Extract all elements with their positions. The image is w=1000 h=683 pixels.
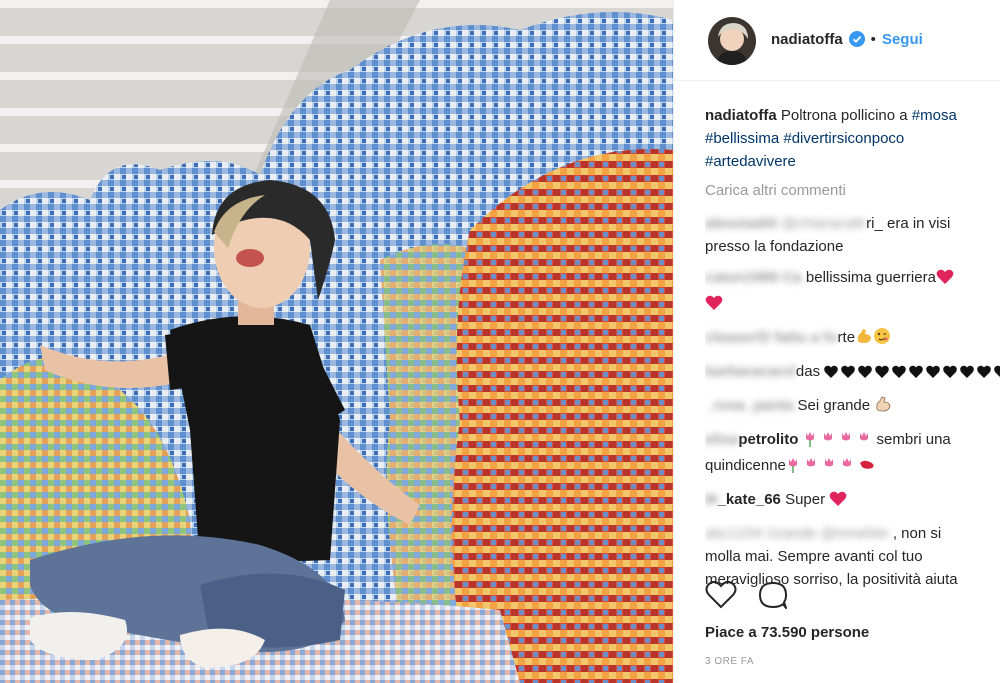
tulips-icon [803,431,877,454]
hashtag-link[interactable]: #mosa [912,107,957,124]
verified-badge-icon [848,31,865,51]
comment-text: presso la fondazione [705,238,844,255]
hashtag-link[interactable]: #artedavivere [705,153,796,170]
comment-text: Super [785,491,826,508]
tulips-icon [786,457,878,480]
comment-text: molla mai. Sempre avanti col tuo [705,548,923,565]
likes-count[interactable]: Piace a 73.590 persone [705,624,869,641]
winking-face-icon [873,327,891,352]
comment-text: bellissima guerriera [805,269,936,286]
comment-item: alessiaditi @chiaracaltrri_ era in visi … [705,212,1000,258]
follow-button[interactable]: Segui [882,31,923,48]
comment-username[interactable]: barbaracarol [705,363,796,380]
comment-username[interactable]: petrolito [738,431,798,448]
red-heart-icon [705,295,723,318]
comment-item: catun1989 Ca bellissima guerriera [705,266,1000,318]
post-image [0,0,673,683]
comment-username[interactable]: _rosa_panta [705,397,793,414]
comment-item: elisapetrolito sembri una quindicenne [705,428,1000,480]
load-more-comments-link[interactable]: Carica altri commenti [705,179,1000,202]
comment-mention[interactable]: @chiaracaltr [782,215,866,232]
hashtag-link[interactable]: #divertirsiconpoco [783,130,904,147]
black-hearts-icon [824,363,1000,386]
comment-bubble-icon[interactable] [757,580,789,610]
hashtag-link[interactable]: #bellissima [705,130,779,147]
post-photo[interactable] [0,0,673,683]
comment-username-part[interactable]: M [705,491,718,508]
comment-username[interactable]: abc1234 Grande @mrwhite [705,525,889,542]
caption: nadiatoffa Poltrona pollicino a #mosa #b… [705,104,1000,173]
comment-item: _rosa_panta Sei grande [705,394,1000,420]
avatar-photo-icon [708,17,756,65]
red-heart-icon [829,491,847,514]
comment-text: Sei grande [797,397,871,414]
post-timestamp[interactable]: 3 ORE FA [705,656,754,667]
comment-text: rte [837,329,856,346]
post-actions [705,580,805,616]
separator-dot: • [870,31,876,48]
red-heart-icon [936,269,954,292]
heart-outline-icon[interactable] [705,580,737,610]
comment-text: quindicenne [705,457,786,474]
comment-username[interactable]: _kate_66 [718,491,781,508]
caption-text: Poltrona pollicino a [780,107,908,124]
comment-item: barbaracaroldas [705,360,1000,386]
comment-item: cleaserf2 fattu a forte [705,326,1000,352]
comment-text: , non si [892,525,942,542]
comment-item: M_kate_66 Super [705,488,1000,514]
comment-username[interactable]: cleaserf2 fattu a fo [705,329,838,346]
comments-list: nadiatoffa Poltrona pollicino a #mosa #b… [705,104,1000,599]
comment-text: das [795,363,821,380]
avatar[interactable] [708,17,756,65]
comment-username[interactable]: catun1989 Ca [705,269,802,286]
post-header: nadiatoffa • Segui [674,0,1000,81]
flexed-biceps-icon [874,395,892,420]
comment-text: ri_ era in visi [866,215,951,232]
flexed-biceps-icon [855,327,873,352]
comment-username[interactable]: alessiaditi [705,215,778,232]
caption-username[interactable]: nadiatoffa [705,107,777,124]
comment-text: sembri una [876,431,951,448]
comment-username-part[interactable]: elisa [705,431,738,448]
post-username[interactable]: nadiatoffa [771,31,843,48]
post-sidebar: nadiatoffa • Segui nadiatoffa Poltrona pol… [673,0,1000,683]
